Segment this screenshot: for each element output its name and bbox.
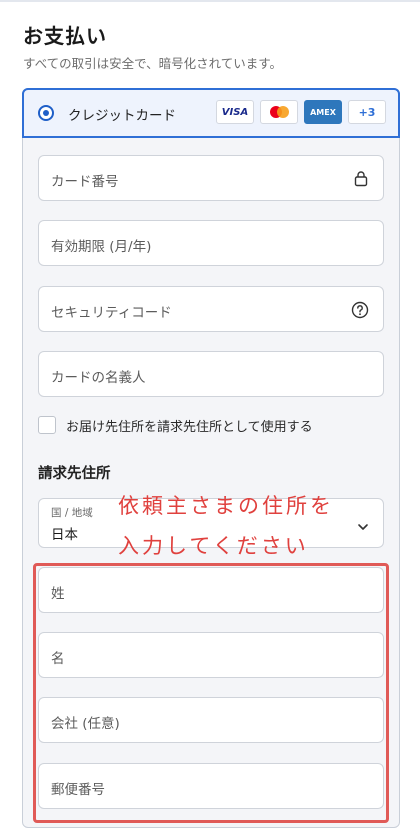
highlight-box	[33, 563, 389, 823]
credit-card-option[interactable]: クレジットカード VISA AMEX +3	[22, 88, 400, 138]
credit-card-label: クレジットカード	[68, 108, 176, 124]
card-number-field[interactable]: カード番号	[38, 155, 384, 201]
same-address-checkbox[interactable]	[38, 416, 56, 434]
more-brands-badge: +3	[348, 100, 386, 124]
annotation-line-2: 入力してください	[118, 534, 309, 558]
mastercard-logo	[260, 100, 298, 124]
country-value: 日本	[51, 527, 78, 543]
radio-selected-icon[interactable]	[38, 105, 54, 121]
billing-section-title: 請求先住所	[38, 466, 111, 482]
expiry-field[interactable]: 有効期限 (月/年)	[38, 220, 384, 266]
same-address-label: お届け先住所を請求先住所として使用する	[66, 420, 313, 435]
security-code-field[interactable]: セキュリティコード	[38, 286, 384, 332]
cardholder-name-field[interactable]: カードの名義人	[38, 351, 384, 397]
page-title: お支払い	[23, 24, 107, 48]
help-icon[interactable]	[351, 301, 369, 323]
visa-logo: VISA	[216, 100, 254, 124]
lock-icon	[353, 170, 369, 191]
amex-logo: AMEX	[304, 100, 342, 124]
annotation-line-1: 依頼主さまの住所を	[118, 494, 334, 518]
card-number-placeholder: カード番号	[51, 174, 119, 190]
page-subtitle: すべての取引は安全で、暗号化されています。	[23, 56, 283, 71]
chevron-down-icon	[357, 517, 369, 536]
expiry-placeholder: 有効期限 (月/年)	[51, 239, 152, 255]
security-code-placeholder: セキュリティコード	[51, 305, 172, 321]
cardholder-name-placeholder: カードの名義人	[51, 370, 146, 386]
country-label: 国 / 地域	[51, 507, 93, 519]
top-divider	[0, 0, 420, 2]
